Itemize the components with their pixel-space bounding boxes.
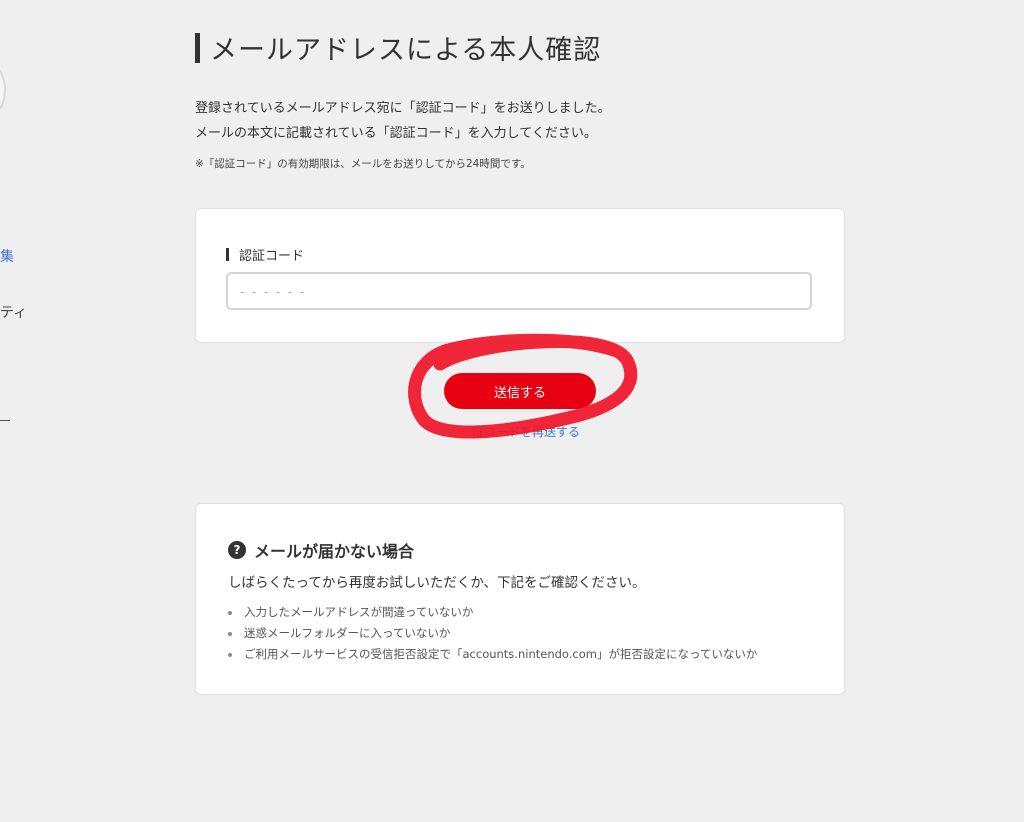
label-accent-bar bbox=[226, 248, 229, 261]
list-item: ご利用メールサービスの受信拒否設定で「accounts.nintendo.com… bbox=[228, 644, 757, 665]
sidebar-item-edit[interactable]: 編集 bbox=[0, 246, 14, 266]
page-title-text: メールアドレスによる本人確認 bbox=[210, 35, 602, 66]
code-field-label: 認証コード bbox=[226, 245, 304, 264]
list-item: 迷惑メールフォルダーに入っていないか bbox=[228, 623, 757, 644]
page-title: メールアドレスによる本人確認 bbox=[195, 28, 601, 67]
code-card: 認証コード bbox=[195, 208, 845, 343]
instructions: 登録されているメールアドレス宛に「認証コード」をお送りしました。 メールの本文に… bbox=[195, 96, 611, 146]
help-card: ? メールが届かない場合 しばらくたってから再度お試しいただくか、下記をご確認く… bbox=[195, 503, 845, 695]
sidebar-item-security[interactable]: ュリティ bbox=[0, 302, 27, 322]
help-checklist: 入力したメールアドレスが間違っていないか 迷惑メールフォルダーに入っていないか … bbox=[228, 602, 757, 665]
help-subtitle: しばらくたってから再度お試しいただくか、下記をご確認ください。 bbox=[228, 575, 646, 591]
question-icon: ? bbox=[228, 541, 246, 559]
avatar[interactable] bbox=[0, 52, 6, 128]
instructions-line-1: 登録されているメールアドレス宛に「認証コード」をお送りしました。 bbox=[195, 101, 611, 116]
instructions-line-2: メールの本文に記載されている「認証コード」を入力してください。 bbox=[195, 126, 597, 141]
verification-code-input[interactable] bbox=[226, 272, 812, 310]
code-label-text: 認証コード bbox=[239, 249, 305, 264]
expiry-note: ※「認証コード」の有効期限は、メールをお送りしてから24時間です。 bbox=[195, 158, 531, 170]
bullet-icon bbox=[228, 652, 232, 657]
resend-code-link[interactable]: 証コードを再送する bbox=[472, 423, 580, 440]
title-accent-bar bbox=[195, 32, 200, 63]
list-item: 入力したメールアドレスが間違っていないか bbox=[228, 602, 757, 623]
submit-button[interactable]: 送信する bbox=[444, 373, 596, 409]
help-title-text: メールが届かない場合 bbox=[254, 542, 415, 561]
bullet-icon bbox=[228, 631, 232, 636]
page: 編集 ュリティ メールアドレスによる本人確認 登録されているメールアドレス宛に「… bbox=[0, 0, 1024, 822]
bullet-icon bbox=[228, 610, 232, 615]
sidebar-divider bbox=[0, 420, 10, 421]
help-title: ? メールが届かない場合 bbox=[228, 538, 414, 562]
